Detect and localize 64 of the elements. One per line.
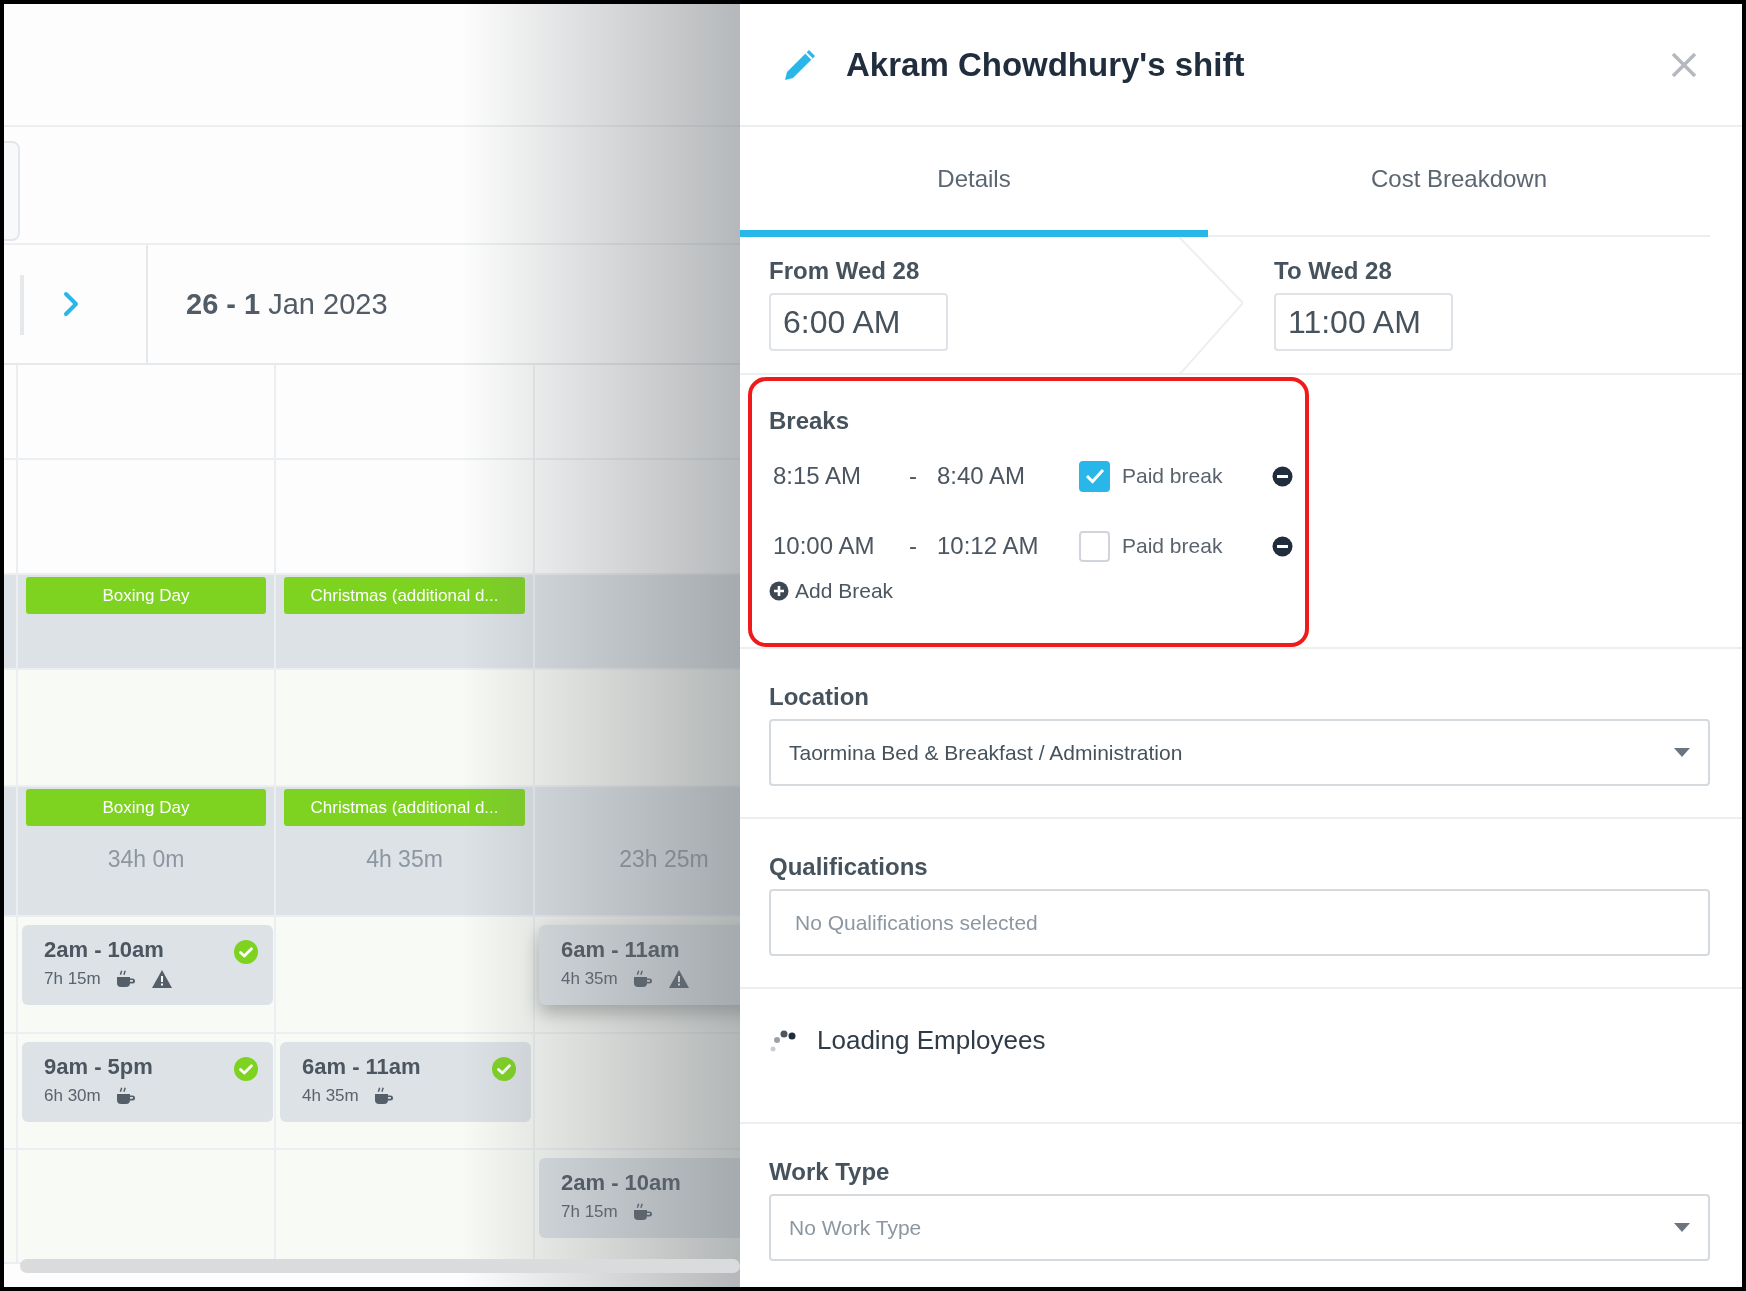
- add-break-button[interactable]: Add Break: [769, 579, 894, 603]
- shift-card[interactable]: 2am - 10am 7h 15m: [22, 925, 273, 1005]
- holiday-tag: Boxing Day: [26, 577, 266, 614]
- dropdown-caret-icon: [1674, 748, 1690, 757]
- tab[interactable]: Cost Breakdown: [1208, 127, 1710, 237]
- shift-time: 2am - 10am: [561, 1170, 682, 1196]
- shift-time: 9am - 5pm: [44, 1054, 154, 1080]
- section-label: Work Type: [769, 1158, 891, 1186]
- checkmark-icon: [1084, 468, 1105, 484]
- break-end-field[interactable]: 8:40 AM: [937, 462, 1079, 490]
- coffee-cup-icon: [372, 1086, 395, 1106]
- shift-card[interactable]: 6am - 11am 4h 35m: [280, 1042, 531, 1122]
- shift-card[interactable]: 2am - 10am 7h 15m: [539, 1158, 740, 1238]
- separator: -: [909, 462, 918, 490]
- coffee-cup-icon: [114, 969, 137, 989]
- date-range: 26 - 1 Jan 2023: [186, 287, 388, 321]
- shift-duration: 6h 30m: [44, 1086, 101, 1106]
- shift-duration: 4h 35m: [561, 969, 618, 989]
- remove-icon[interactable]: [1272, 535, 1293, 557]
- holiday-tag: Boxing Day: [26, 789, 266, 826]
- loading-spinner-icon: [769, 1028, 797, 1053]
- coffee-cup-icon: [631, 969, 654, 989]
- location-dropdown[interactable]: Taormina Bed & Breakfast / Administration: [769, 719, 1710, 786]
- shift-time: 6am - 11am: [302, 1054, 422, 1080]
- work-type-dropdown[interactable]: No Work Type: [769, 1194, 1710, 1261]
- start-time-field[interactable]: 6:00 AM: [769, 293, 948, 351]
- shift-duration: 4h 35m: [302, 1086, 359, 1106]
- day-total: 4h 35m: [365, 846, 444, 873]
- coffee-cup-icon: [631, 1202, 654, 1222]
- day-total: 34h 0m: [106, 846, 186, 873]
- section-label: Qualifications: [769, 853, 929, 881]
- tab[interactable]: Details: [740, 127, 1208, 237]
- holiday-tag: Christmas (additional d...: [284, 577, 525, 614]
- plus-icon: [769, 581, 789, 601]
- panel-title: Akram Chowdhury's shift: [846, 45, 1246, 84]
- shift-time: 2am - 10am: [44, 937, 165, 963]
- shift-duration: 7h 15m: [561, 1202, 618, 1222]
- section-label: Breaks: [769, 407, 851, 435]
- end-time-field[interactable]: 11:00 AM: [1274, 293, 1453, 351]
- close-icon[interactable]: [1670, 50, 1698, 79]
- shift-duration: 7h 15m: [44, 969, 101, 989]
- holiday-tag: Christmas (additional d...: [284, 789, 525, 826]
- section-label: Location: [769, 683, 870, 711]
- checkbox-label: Paid break: [1122, 464, 1224, 488]
- toolbar-button[interactable]: [4, 141, 20, 241]
- shift-card[interactable]: 6am - 11am 4h 35m: [539, 925, 740, 1005]
- break-start-field[interactable]: 10:00 AM: [769, 532, 909, 560]
- separator: -: [909, 532, 918, 560]
- shift-time: 6am - 11am: [561, 937, 681, 963]
- checkbox[interactable]: [1079, 460, 1110, 492]
- checkbox-label: Paid break: [1122, 534, 1224, 558]
- remove-icon[interactable]: [1272, 465, 1293, 487]
- next-chevron-icon[interactable]: [62, 290, 80, 318]
- scrollbar[interactable]: [20, 1259, 740, 1273]
- field-label: From Wed 28: [769, 257, 921, 285]
- field-label: To Wed 28: [1274, 257, 1393, 285]
- loading-status: Loading Employees: [817, 1025, 1046, 1056]
- qualifications-field[interactable]: No Qualifications selected: [769, 889, 1710, 956]
- dropdown-caret-icon: [1674, 1223, 1690, 1232]
- checkbox[interactable]: [1079, 530, 1110, 562]
- coffee-cup-icon: [114, 1086, 137, 1106]
- break-start-field[interactable]: 8:15 AM: [769, 462, 909, 490]
- shift-card[interactable]: 9am - 5pm 6h 30m: [22, 1042, 273, 1122]
- break-end-field[interactable]: 10:12 AM: [937, 532, 1079, 560]
